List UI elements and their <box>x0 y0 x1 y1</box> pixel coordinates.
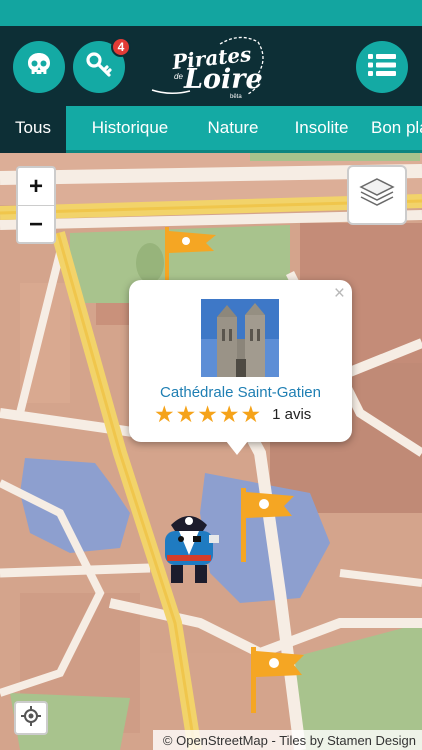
menu-button[interactable] <box>356 41 408 93</box>
skull-button[interactable] <box>13 41 65 93</box>
tab-bon-plan[interactable]: Bon plan <box>371 106 422 150</box>
layers-icon <box>359 177 395 214</box>
map-view[interactable]: + − × Cathédrale Saint-Gatien ★ ★ ★ ★ ★ … <box>0 153 422 750</box>
status-bar <box>0 0 422 26</box>
crosshair-icon <box>20 705 42 732</box>
zoom-in-button[interactable]: + <box>18 168 54 205</box>
tab-tous[interactable]: Tous <box>0 106 66 150</box>
locate-me-button[interactable] <box>14 701 48 735</box>
cathedral-thumbnail[interactable] <box>201 299 279 377</box>
layers-button[interactable] <box>347 165 407 225</box>
star-icon: ★ <box>240 400 262 427</box>
map-attribution[interactable]: © OpenStreetMap - Tiles by Stamen Design <box>152 730 422 750</box>
popup-pointer <box>226 441 248 455</box>
poi-flag-marker[interactable] <box>248 645 308 720</box>
review-count[interactable]: 1 avis <box>272 406 311 423</box>
keys-button[interactable]: 4 <box>73 37 131 93</box>
logo-text-de: de <box>174 72 183 81</box>
tab-historique[interactable]: Historique <box>66 106 194 150</box>
poi-popup[interactable]: × Cathédrale Saint-Gatien ★ ★ ★ ★ ★ 1 av… <box>129 280 352 442</box>
logo-text-loire: Loire <box>184 64 263 95</box>
zoom-control: + − <box>16 166 56 244</box>
popup-close-button[interactable]: × <box>334 283 345 305</box>
pirates-de-loire-logo: Pirates de Loire bêta <box>150 34 270 100</box>
app-header: 4 Pirates de Loire bêta <box>0 26 422 106</box>
star-icon: ★ <box>175 400 197 427</box>
logo-text-beta: bêta <box>230 94 242 100</box>
zoom-out-button[interactable]: − <box>18 206 54 242</box>
star-rating: ★ ★ ★ ★ ★ 1 avis <box>154 402 311 426</box>
list-menu-icon <box>368 53 396 81</box>
pirate-player-avatar[interactable] <box>157 509 221 592</box>
poi-title-link[interactable]: Cathédrale Saint-Gatien <box>129 384 352 401</box>
star-icon: ★ <box>154 400 175 427</box>
keys-icon <box>83 49 115 86</box>
category-tabs: Tous Historique Nature Insolite Bon plan <box>0 106 422 150</box>
keys-count-badge: 4 <box>111 37 131 57</box>
tab-insolite[interactable]: Insolite <box>272 106 371 150</box>
star-icon: ★ <box>197 400 218 427</box>
star-icon: ★ <box>218 400 240 427</box>
poi-flag-marker-selected[interactable] <box>238 486 298 569</box>
skull-icon <box>24 50 54 85</box>
tab-nature[interactable]: Nature <box>194 106 272 150</box>
